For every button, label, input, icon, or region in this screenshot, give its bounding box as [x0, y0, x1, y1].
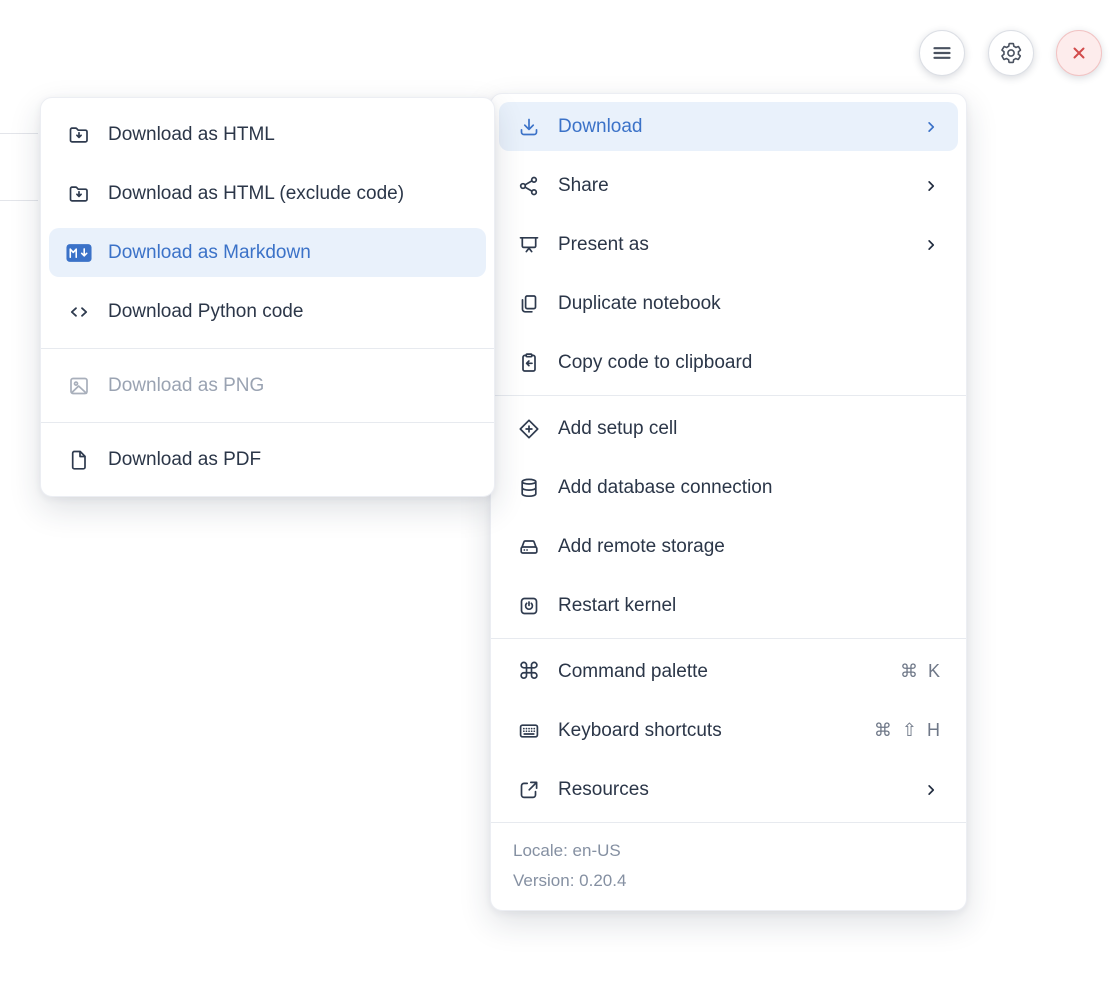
menu-item-label: Add remote storage	[558, 536, 940, 558]
submenu-section-pdf: Download as PDF	[41, 423, 494, 496]
menu-item-label: Resources	[558, 779, 910, 801]
menu-item-keyboard-shortcuts[interactable]: Keyboard shortcuts ⌘⇧H	[499, 706, 958, 755]
menu-item-label: Share	[558, 175, 910, 197]
menu-item-label: Download as PNG	[108, 375, 468, 397]
menu-item-label: Download	[558, 116, 910, 138]
menu-item-add-setup-cell[interactable]: Add setup cell	[499, 404, 958, 453]
menu-item-label: Download as PDF	[108, 449, 468, 471]
shortcut-hint: ⌘⇧H	[874, 720, 940, 741]
menu-section-help: ⌘ Command palette ⌘K Keyboard shortcuts …	[491, 639, 966, 822]
keyboard-icon	[516, 718, 542, 744]
power-square-icon	[516, 593, 542, 619]
settings-button[interactable]	[988, 30, 1034, 76]
menu-item-download-html-no-code[interactable]: Download as HTML (exclude code)	[49, 169, 486, 218]
menu-item-command-palette[interactable]: ⌘ Command palette ⌘K	[499, 647, 958, 696]
database-icon	[516, 475, 542, 501]
menu-item-add-remote-storage[interactable]: Add remote storage	[499, 522, 958, 571]
markdown-badge-icon	[66, 240, 92, 266]
menu-item-present-as[interactable]: Present as	[499, 220, 958, 269]
external-link-icon	[516, 777, 542, 803]
folder-download-icon	[66, 122, 92, 148]
menu-section-notebook: Add setup cell Add database connection	[491, 396, 966, 638]
menu-item-download-python[interactable]: Download Python code	[49, 287, 486, 336]
menu-item-download-png[interactable]: Download as PNG	[49, 361, 486, 410]
menu-item-label: Copy code to clipboard	[558, 352, 940, 374]
version-text: Version: 0.20.4	[513, 866, 944, 896]
close-x-icon	[1067, 41, 1091, 65]
menu-item-label: Present as	[558, 234, 910, 256]
menu-item-label: Duplicate notebook	[558, 293, 940, 315]
duplicate-pages-icon	[516, 291, 542, 317]
submenu-section-image: Download as PNG	[41, 349, 494, 422]
submenu-section-documents: Download as HTML Download as HTML (exclu…	[41, 98, 494, 348]
hamburger-menu-button[interactable]	[919, 30, 965, 76]
menu-item-share[interactable]: Share	[499, 161, 958, 210]
menu-item-add-database[interactable]: Add database connection	[499, 463, 958, 512]
share-nodes-icon	[516, 173, 542, 199]
menu-item-label: Download Python code	[108, 301, 468, 323]
menu-item-label: Download as HTML	[108, 124, 468, 146]
menu-footer: Locale: en-US Version: 0.20.4	[491, 823, 966, 910]
menu-item-label: Add setup cell	[558, 418, 940, 440]
download-submenu: Download as HTML Download as HTML (exclu…	[40, 97, 495, 497]
command-key-icon: ⌘	[516, 659, 542, 685]
menu-item-download[interactable]: Download	[499, 102, 958, 151]
menu-item-restart-kernel[interactable]: Restart kernel	[499, 581, 958, 630]
menu-item-label: Add database connection	[558, 477, 940, 499]
menu-item-download-html[interactable]: Download as HTML	[49, 110, 486, 159]
menu-item-download-markdown[interactable]: Download as Markdown	[49, 228, 486, 277]
menu-item-label: Command palette	[558, 661, 900, 683]
clipboard-arrow-icon	[516, 350, 542, 376]
diamond-plus-icon	[516, 416, 542, 442]
presentation-icon	[516, 232, 542, 258]
hamburger-icon	[930, 41, 954, 65]
close-button[interactable]	[1056, 30, 1102, 76]
chevron-right-icon	[922, 781, 940, 799]
code-brackets-icon	[66, 299, 92, 325]
shortcut-hint: ⌘K	[900, 661, 940, 682]
menu-section-actions: Download Share	[491, 94, 966, 395]
storage-drive-icon	[516, 534, 542, 560]
image-icon	[66, 373, 92, 399]
menu-item-label: Keyboard shortcuts	[558, 720, 874, 742]
page-background-line	[0, 200, 38, 201]
download-tray-icon	[516, 114, 542, 140]
menu-item-resources[interactable]: Resources	[499, 765, 958, 814]
page-background-line	[0, 133, 38, 134]
locale-text: Locale: en-US	[513, 836, 944, 866]
menu-item-copy-code[interactable]: Copy code to clipboard	[499, 338, 958, 387]
chevron-right-icon	[922, 177, 940, 195]
menu-item-label: Download as HTML (exclude code)	[108, 183, 468, 205]
notebook-menu: Download Share	[490, 93, 967, 911]
chevron-right-icon	[922, 236, 940, 254]
folder-download-icon	[66, 181, 92, 207]
gear-icon	[999, 41, 1023, 65]
menu-item-label: Restart kernel	[558, 595, 940, 617]
menu-item-label: Download as Markdown	[108, 242, 468, 264]
menu-item-duplicate-notebook[interactable]: Duplicate notebook	[499, 279, 958, 328]
file-icon	[66, 447, 92, 473]
menu-item-download-pdf[interactable]: Download as PDF	[49, 435, 486, 484]
chevron-right-icon	[922, 118, 940, 136]
